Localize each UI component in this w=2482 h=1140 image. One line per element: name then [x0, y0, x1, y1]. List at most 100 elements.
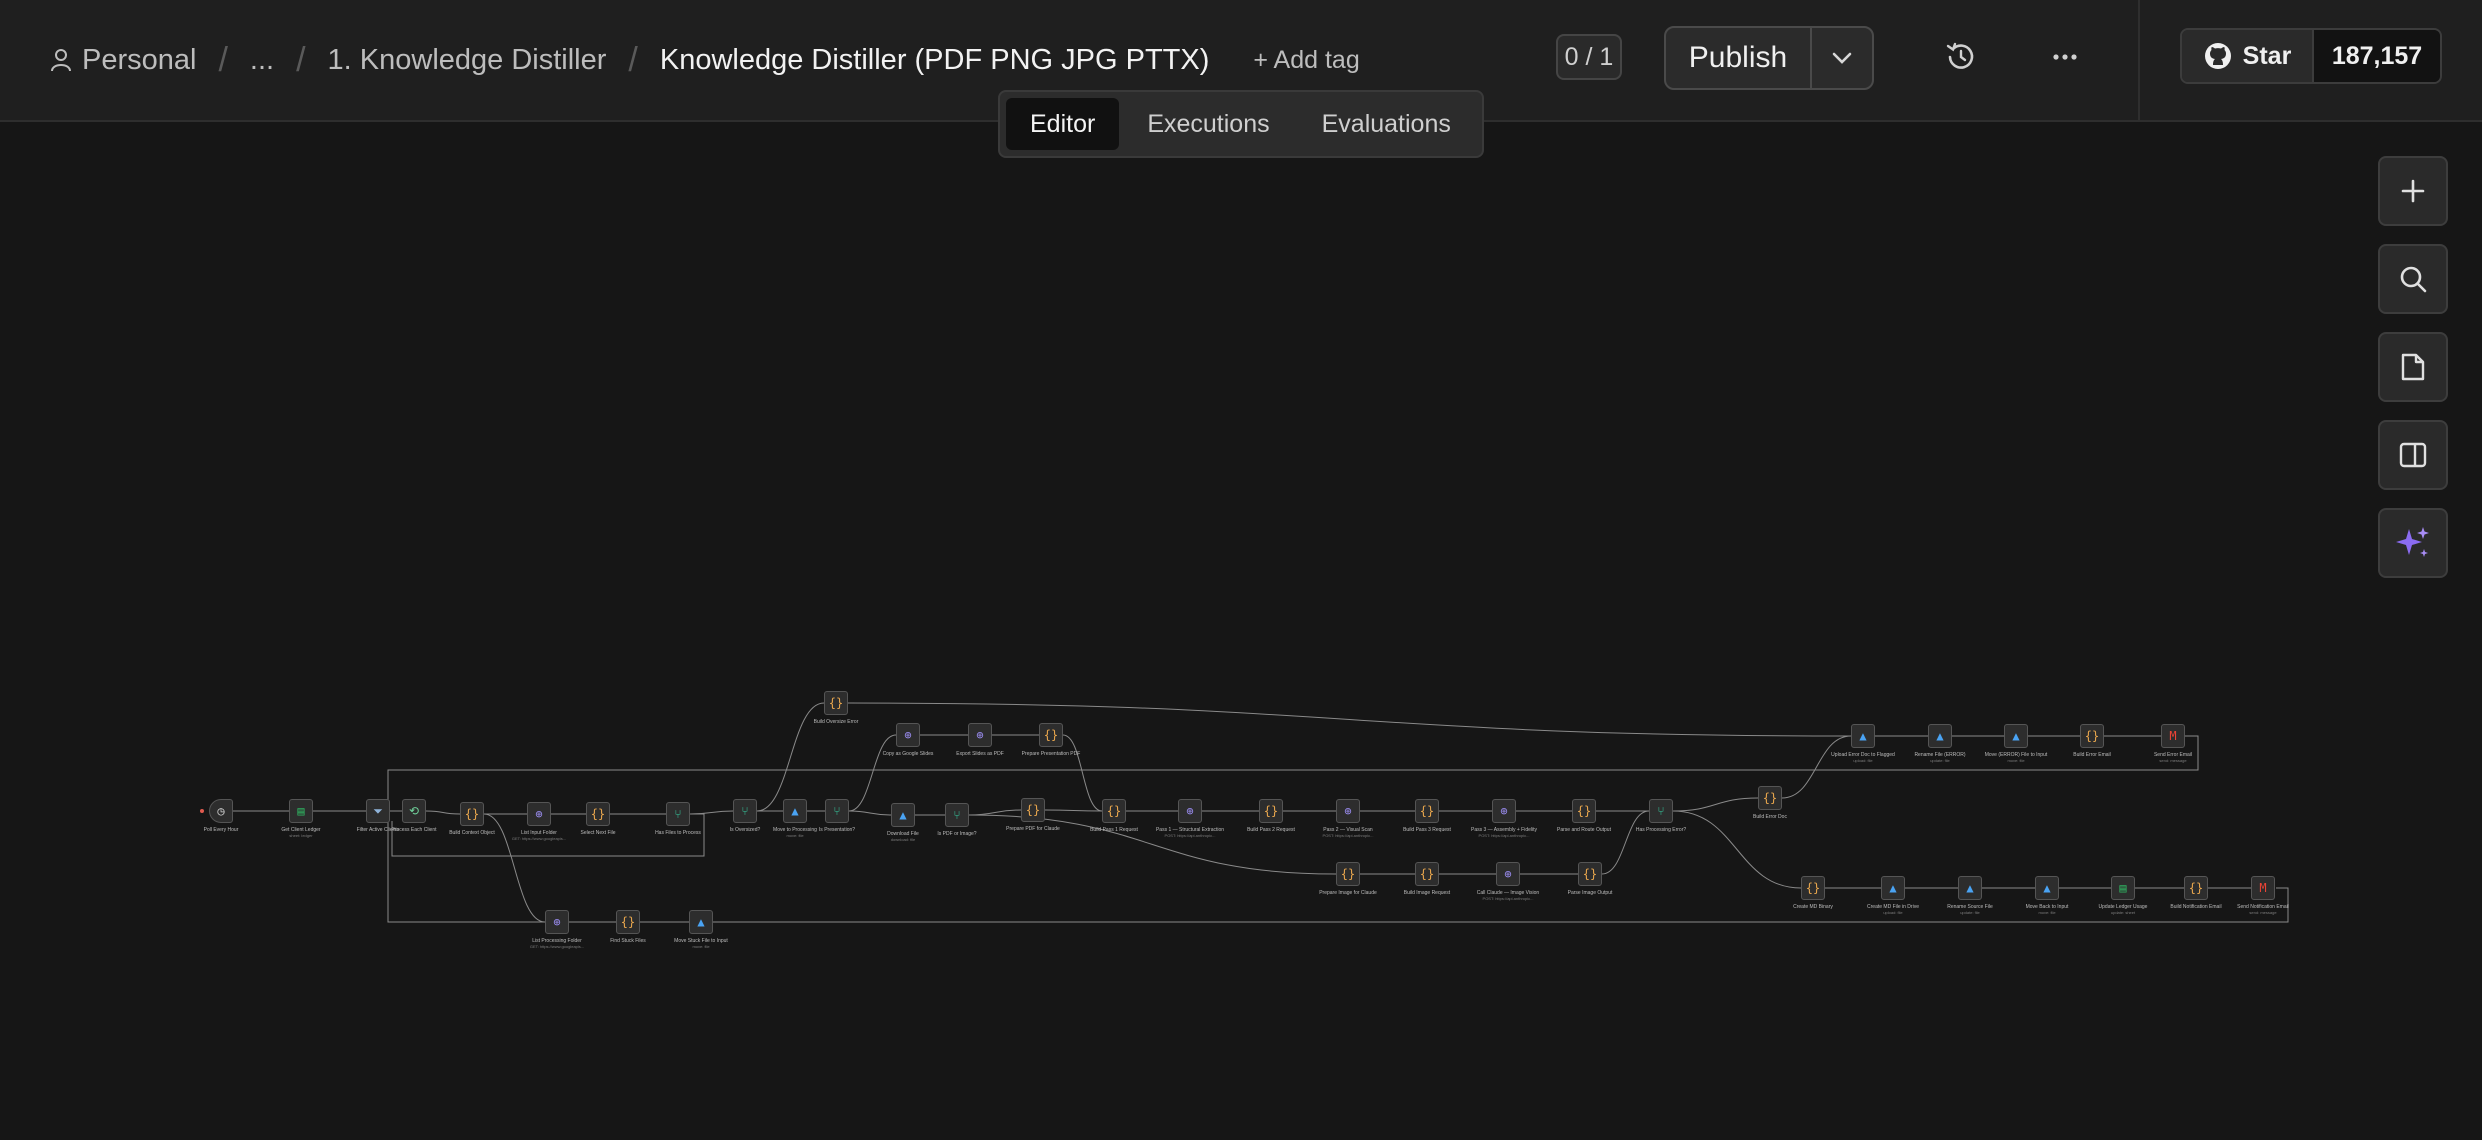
- code-node-icon: {}: [590, 807, 606, 821]
- publish-dropdown-button[interactable]: [1812, 28, 1872, 88]
- gmail-node-icon: M: [2169, 729, 2177, 743]
- workflow-node[interactable]: ▲: [1958, 876, 1982, 900]
- github-icon: [2204, 43, 2231, 69]
- drive-node-icon: ▲: [899, 808, 907, 822]
- workflow-node[interactable]: {}: [2184, 876, 2208, 900]
- workflow-node-label: Build Pass 2 Request: [1231, 827, 1311, 833]
- workflow-node[interactable]: ⊕: [896, 723, 920, 747]
- workflow-node[interactable]: {}: [1336, 862, 1360, 886]
- workflow-node-label: Move Stuck File to Input move: file: [661, 938, 741, 950]
- github-star-button[interactable]: Star: [2182, 30, 2314, 82]
- workflow-node[interactable]: {}: [1572, 799, 1596, 823]
- workflow-node[interactable]: ⊕: [1496, 862, 1520, 886]
- workflow-node[interactable]: {}: [1415, 799, 1439, 823]
- workflow-node[interactable]: ⊕: [1178, 799, 1202, 823]
- workflow-node[interactable]: {}: [824, 691, 848, 715]
- more-options-icon[interactable]: [2048, 40, 2082, 74]
- workflow-node[interactable]: {}: [586, 802, 610, 826]
- workflow-node[interactable]: ⑂: [825, 799, 849, 823]
- workflow-node-label: Rename Source File update: file: [1930, 904, 2010, 916]
- breadcrumb-separator: /: [296, 40, 306, 79]
- workflow-node[interactable]: ▲: [2035, 876, 2059, 900]
- workflow-node[interactable]: {}: [1021, 798, 1045, 822]
- workflow-name[interactable]: Knowledge Distiller (PDF PNG JPG PTTX): [660, 44, 1210, 77]
- workflow-node[interactable]: {}: [616, 910, 640, 934]
- workflow-node[interactable]: ▲: [783, 799, 807, 823]
- node-subtitle: POST: https://api.anthropic...: [1478, 833, 1530, 838]
- workflow-node-label: Build Image Request: [1387, 890, 1467, 896]
- workflow-node[interactable]: ⊕: [1492, 799, 1516, 823]
- workflow-node[interactable]: {}: [1415, 862, 1439, 886]
- workflow-node[interactable]: {}: [460, 802, 484, 826]
- node-title: Poll Every Hour: [203, 827, 239, 833]
- code-node-icon: {}: [620, 915, 636, 929]
- breadcrumb-ellipsis[interactable]: ...: [250, 44, 274, 77]
- workflow-node[interactable]: ▲: [891, 803, 915, 827]
- node-subtitle: move: file: [2007, 758, 2025, 763]
- workflow-node[interactable]: ⑂: [666, 802, 690, 826]
- if-node-icon: ⑂: [674, 807, 682, 821]
- workflow-node[interactable]: ▤: [2111, 876, 2135, 900]
- trigger-node-icon: ◷: [217, 804, 225, 818]
- workflow-node[interactable]: {}: [1578, 862, 1602, 886]
- workflow-node[interactable]: {}: [1801, 876, 1825, 900]
- workflow-node-label: Pass 2 — Visual Scan POST: https://api.an…: [1308, 827, 1388, 839]
- history-icon[interactable]: [1944, 40, 1978, 74]
- workflow-node-label: Select Next File: [558, 830, 638, 836]
- workflow-node[interactable]: ▤: [289, 799, 313, 823]
- workflow-node[interactable]: ▲: [2004, 724, 2028, 748]
- workflow-node-label: Upload Error Doc to Flagged upload: file: [1823, 752, 1903, 764]
- github-star-widget[interactable]: Star 187,157: [2180, 28, 2442, 84]
- workflow-node[interactable]: ▲: [1928, 724, 1952, 748]
- workflow-node-label: Prepare Image for Claude: [1308, 890, 1388, 896]
- workflow-node[interactable]: ⊕: [968, 723, 992, 747]
- node-subtitle: download: file: [890, 837, 916, 842]
- active-version-counter[interactable]: 0 / 1: [1556, 34, 1622, 80]
- http-node-icon: ⊕: [1500, 804, 1508, 818]
- workflow-node[interactable]: ▲: [689, 910, 713, 934]
- workflow-node[interactable]: ⑂: [945, 803, 969, 827]
- if-node-icon: ⑂: [1657, 804, 1665, 818]
- http-node-icon: ⊕: [904, 728, 912, 742]
- breadcrumb-folder[interactable]: 1. Knowledge Distiller: [328, 44, 607, 77]
- breadcrumb-personal[interactable]: Personal: [82, 44, 196, 77]
- workflow-node[interactable]: {}: [1259, 799, 1283, 823]
- workflow-node[interactable]: ⑂: [1649, 799, 1673, 823]
- node-subtitle: GET: https://www.googleapis...: [529, 944, 585, 949]
- node-subtitle: sheet: ledger: [289, 833, 313, 838]
- workflow-canvas[interactable]: ◷ Poll Every Hour ▤ Get Client Ledger sheet:…: [0, 122, 2482, 1140]
- workflow-node[interactable]: ⊕: [1336, 799, 1360, 823]
- loop-node-icon: ⟲: [408, 804, 420, 818]
- workflow-node[interactable]: ⏷: [366, 799, 390, 823]
- start-marker: [200, 809, 204, 813]
- workflow-node[interactable]: ▲: [1851, 724, 1875, 748]
- code-node-icon: {}: [1805, 881, 1821, 895]
- workflow-node[interactable]: ⊕: [545, 910, 569, 934]
- http-node-icon: ⊕: [1504, 867, 1512, 881]
- publish-button[interactable]: Publish: [1666, 28, 1812, 88]
- node-title: Prepare Presentation PDF: [1021, 751, 1081, 757]
- workflow-node[interactable]: M: [2251, 876, 2275, 900]
- code-node-icon: {}: [1263, 804, 1279, 818]
- workflow-node[interactable]: ⑂: [733, 799, 757, 823]
- workflow-node[interactable]: {}: [1758, 786, 1782, 810]
- drive-node-icon: ▲: [1889, 881, 1897, 895]
- node-title: Build Error Email: [2073, 752, 2111, 758]
- workflow-node[interactable]: M: [2161, 724, 2185, 748]
- workflow-node[interactable]: ▲: [1881, 876, 1905, 900]
- connection-line: [1781, 735, 1852, 799]
- sheets-node-icon: ▤: [297, 804, 305, 818]
- connection-line: [1062, 734, 1103, 812]
- workflow-node[interactable]: ◷: [209, 799, 233, 823]
- http-node-icon: ⊕: [535, 807, 543, 821]
- node-title: Prepare Image for Claude: [1319, 890, 1377, 896]
- code-node-icon: {}: [464, 807, 480, 821]
- github-star-label: Star: [2242, 41, 2292, 70]
- workflow-node[interactable]: ⊕: [527, 802, 551, 826]
- node-subtitle: move: file: [692, 944, 710, 949]
- workflow-node[interactable]: {}: [1039, 723, 1063, 747]
- workflow-node[interactable]: ⟲: [402, 799, 426, 823]
- workflow-node[interactable]: {}: [1102, 799, 1126, 823]
- add-tag-button[interactable]: + Add tag: [1253, 46, 1359, 75]
- workflow-node[interactable]: {}: [2080, 724, 2104, 748]
